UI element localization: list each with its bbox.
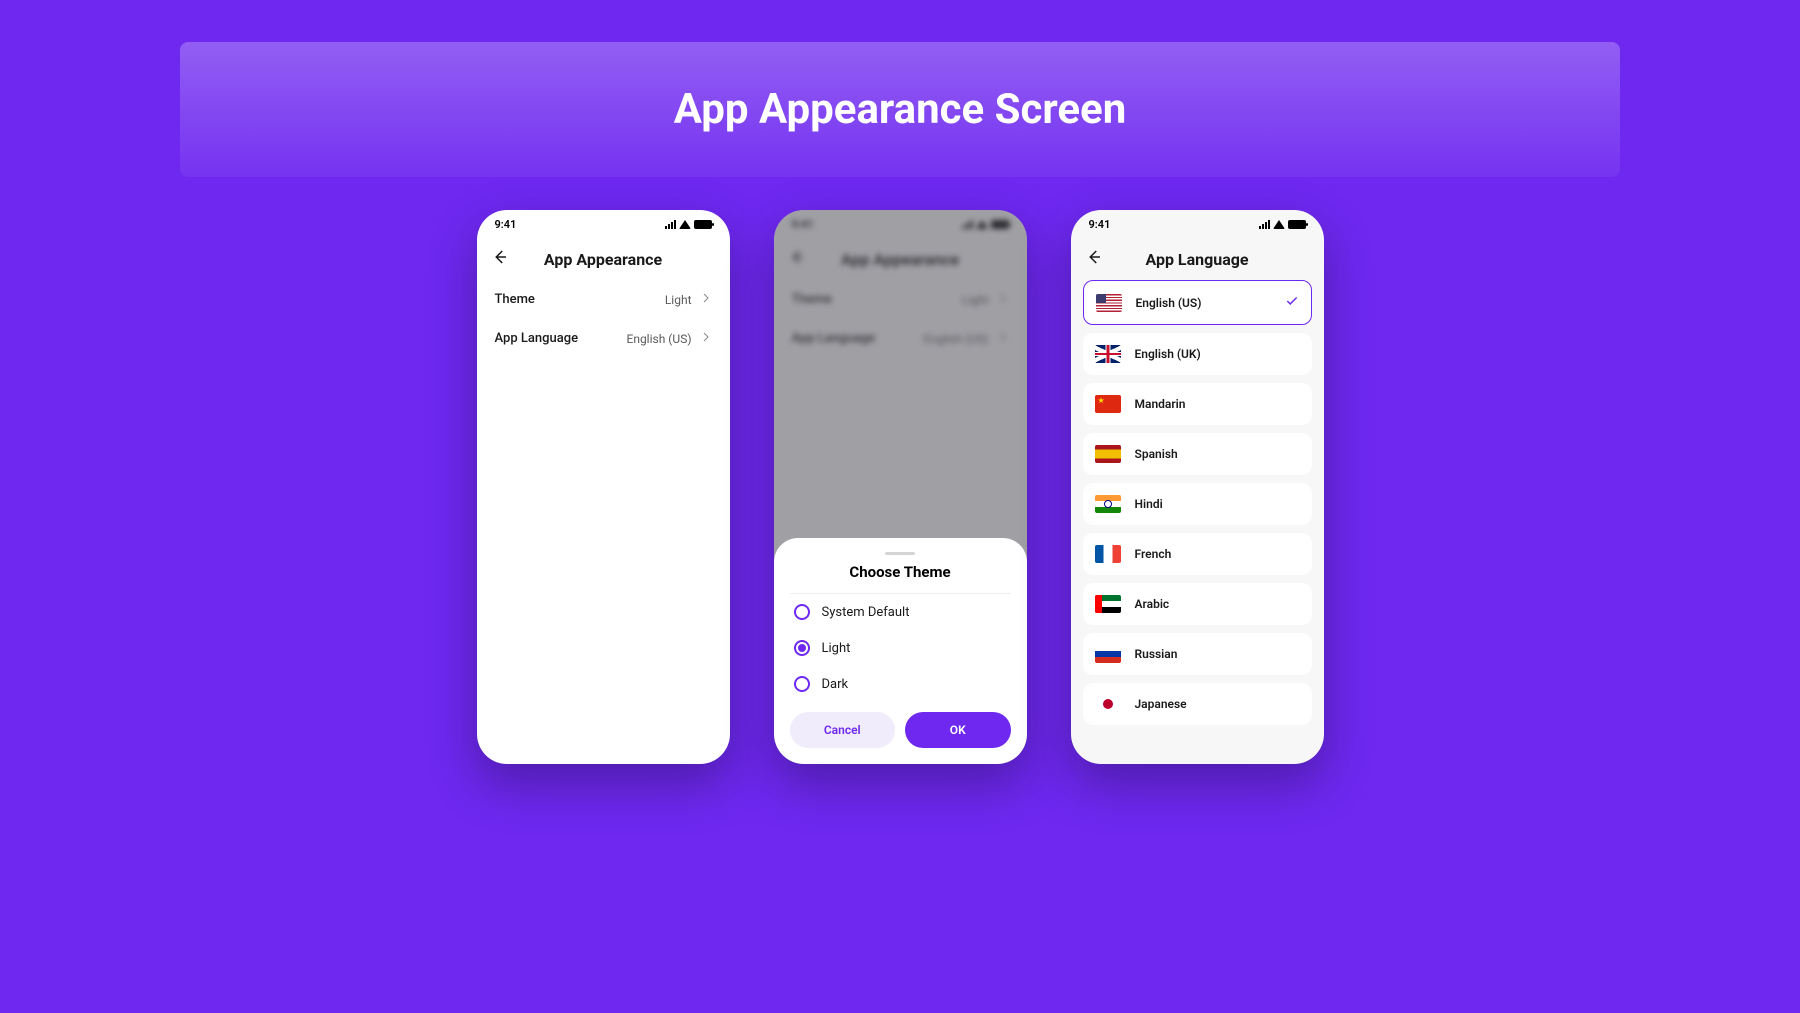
language-option-jp[interactable]: Japanese xyxy=(1083,683,1312,725)
status-time: 9:41 xyxy=(1089,218,1111,231)
battery-icon xyxy=(694,220,712,229)
screen-header: App Language xyxy=(1071,238,1324,280)
phone-mockups: 9:41 App Appearance Theme Light App Lang… xyxy=(0,210,1800,764)
settings-row-app-language[interactable]: App Language English (US) xyxy=(477,319,730,358)
signal-icon xyxy=(1259,220,1270,229)
flag-cn-icon xyxy=(1095,395,1121,413)
language-option-ru[interactable]: Russian xyxy=(1083,633,1312,675)
sheet-handle[interactable] xyxy=(885,552,915,555)
theme-option-dark[interactable]: Dark xyxy=(790,666,1011,702)
radio-icon xyxy=(794,676,810,692)
language-option-uk[interactable]: English (UK) xyxy=(1083,333,1312,375)
radio-label: System Default xyxy=(822,605,910,620)
radio-label: Dark xyxy=(822,677,849,692)
theme-bottom-sheet: Choose Theme System Default Light Dark C… xyxy=(774,538,1027,764)
cancel-button[interactable]: Cancel xyxy=(790,712,896,748)
settings-row-theme[interactable]: Theme Light xyxy=(477,280,730,319)
ok-button[interactable]: OK xyxy=(905,712,1011,748)
language-label: French xyxy=(1135,547,1172,561)
flag-ru-icon xyxy=(1095,645,1121,663)
language-label: Arabic xyxy=(1135,597,1170,611)
status-icons xyxy=(1259,220,1306,229)
back-arrow-icon[interactable] xyxy=(1085,248,1103,270)
row-label: Theme xyxy=(495,292,535,307)
page-banner: App Appearance Screen xyxy=(180,42,1620,177)
flag-uk-icon xyxy=(1095,345,1121,363)
theme-option-system-default[interactable]: System Default xyxy=(790,594,1011,630)
language-label: Japanese xyxy=(1135,697,1187,711)
language-option-cn[interactable]: Mandarin xyxy=(1083,383,1312,425)
signal-icon xyxy=(665,220,676,229)
row-value: Light xyxy=(665,293,692,307)
language-label: English (UK) xyxy=(1135,347,1201,361)
language-label: Russian xyxy=(1135,647,1178,661)
flag-fr-icon xyxy=(1095,545,1121,563)
wifi-icon xyxy=(1273,220,1285,229)
flag-ae-icon xyxy=(1095,595,1121,613)
chevron-right-icon xyxy=(700,331,712,346)
radio-icon xyxy=(794,640,810,656)
battery-icon xyxy=(1288,220,1306,229)
language-option-ae[interactable]: Arabic xyxy=(1083,583,1312,625)
row-value: English (US) xyxy=(627,332,692,346)
banner-title: App Appearance Screen xyxy=(674,85,1127,134)
language-label: Spanish xyxy=(1135,447,1178,461)
language-option-in[interactable]: Hindi xyxy=(1083,483,1312,525)
flag-in-icon xyxy=(1095,495,1121,513)
screen-title: App Language xyxy=(1145,250,1248,269)
language-option-fr[interactable]: French xyxy=(1083,533,1312,575)
phone-language-list: 9:41 App Language English (US) English (… xyxy=(1071,210,1324,764)
sheet-title: Choose Theme xyxy=(790,563,1011,594)
flag-es-icon xyxy=(1095,445,1121,463)
language-label: Mandarin xyxy=(1135,397,1186,411)
status-bar: 9:41 xyxy=(1071,210,1324,238)
language-option-us[interactable]: English (US) xyxy=(1083,280,1312,325)
row-label: App Language xyxy=(495,331,579,346)
language-label: Hindi xyxy=(1135,497,1163,511)
status-icons xyxy=(665,220,712,229)
screen-header: App Appearance xyxy=(477,238,730,280)
language-option-es[interactable]: Spanish xyxy=(1083,433,1312,475)
wifi-icon xyxy=(679,220,691,229)
phone-appearance-settings: 9:41 App Appearance Theme Light App Lang… xyxy=(477,210,730,764)
phone-theme-sheet: 9:41 App Appearance ThemeLightApp Langua… xyxy=(774,210,1027,764)
theme-option-light[interactable]: Light xyxy=(790,630,1011,666)
screen-title: App Appearance xyxy=(544,250,662,269)
status-time: 9:41 xyxy=(495,218,517,231)
back-arrow-icon[interactable] xyxy=(491,248,509,270)
radio-label: Light xyxy=(822,641,851,656)
check-icon xyxy=(1285,293,1299,312)
language-label: English (US) xyxy=(1136,296,1202,310)
flag-jp-icon xyxy=(1095,695,1121,713)
radio-icon xyxy=(794,604,810,620)
flag-us-icon xyxy=(1096,294,1122,312)
status-bar: 9:41 xyxy=(477,210,730,238)
chevron-right-icon xyxy=(700,292,712,307)
